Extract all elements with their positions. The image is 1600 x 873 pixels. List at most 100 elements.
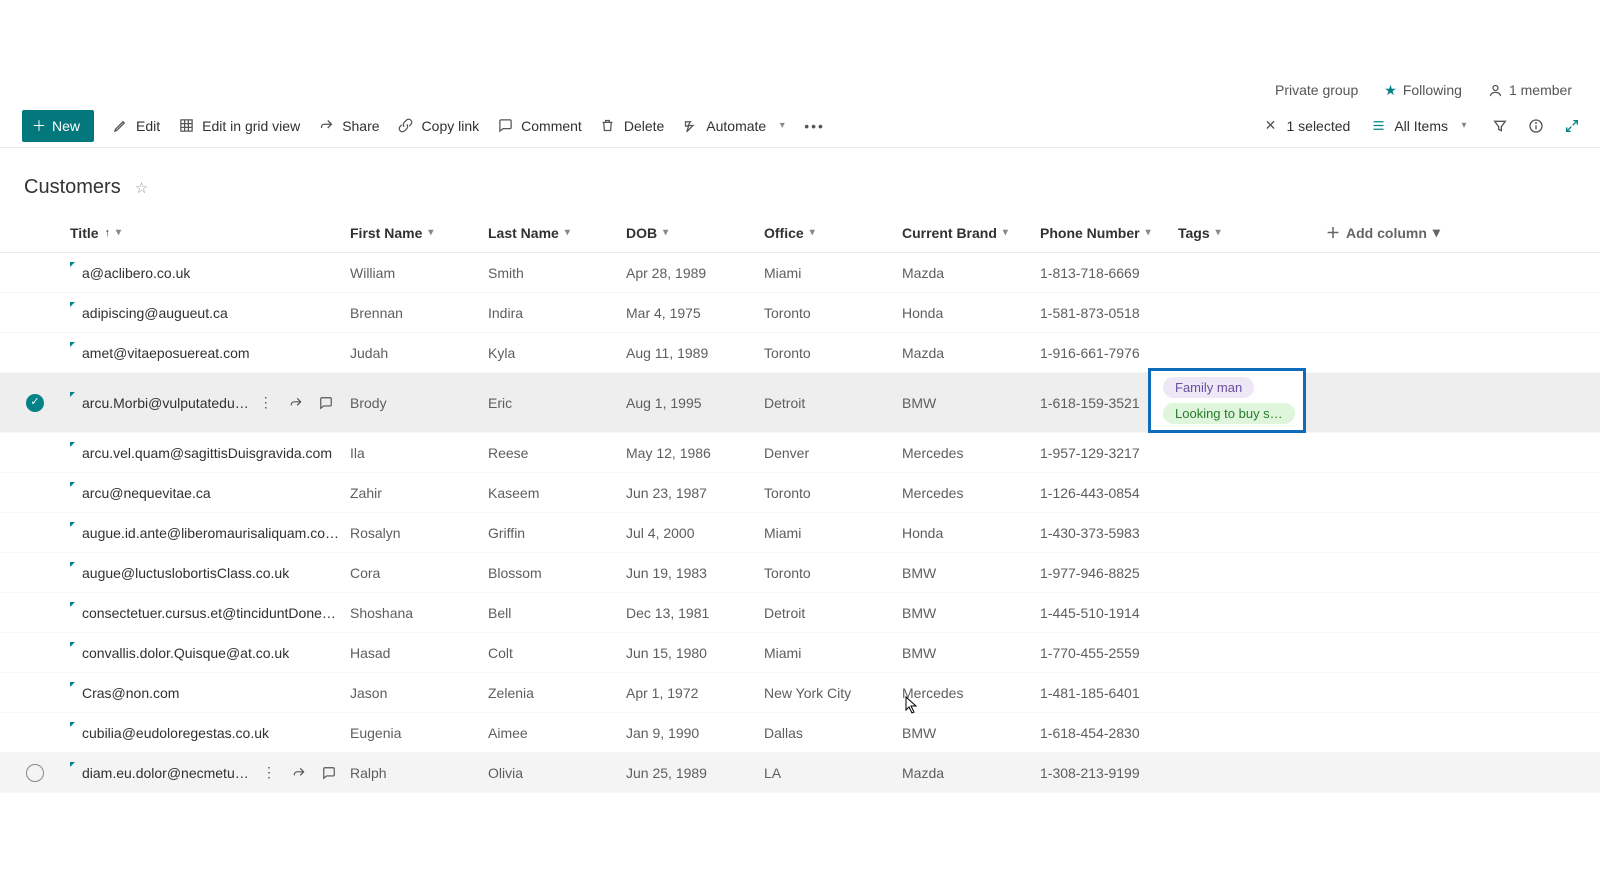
more-button[interactable]: •••	[804, 118, 825, 134]
filter-icon[interactable]	[1492, 118, 1508, 134]
table-row[interactable]: augue.id.ante@liberomaurisaliquam.co.ukR…	[0, 513, 1600, 553]
title-cell[interactable]: cubilia@eudoloregestas.co.uk	[70, 725, 350, 741]
item-marker-icon	[70, 726, 78, 740]
title-cell[interactable]: convallis.dolor.Quisque@at.co.uk	[70, 645, 350, 661]
cell-phone: 1-977-946-8825	[1040, 565, 1178, 581]
tag-looking-to-buy[interactable]: Looking to buy s…	[1163, 403, 1295, 424]
cell-first: William	[350, 265, 488, 281]
title-cell[interactable]: amet@vitaeposuereat.com	[70, 345, 350, 361]
row-selector[interactable]	[0, 764, 70, 782]
title-cell[interactable]: Cras@non.com	[70, 685, 350, 701]
table-row[interactable]: ✓arcu.Morbi@vulputatedu…⋮BrodyEricAug 1,…	[0, 373, 1600, 433]
comment-icon[interactable]	[319, 396, 333, 410]
column-phone[interactable]: Phone Number ▾	[1040, 225, 1178, 241]
table-row[interactable]: augue@luctuslobortisClass.co.ukCoraBloss…	[0, 553, 1600, 593]
share-label: Share	[342, 118, 379, 134]
copy-link-button[interactable]: Copy link	[398, 118, 480, 134]
cell-phone: 1-813-718-6669	[1040, 265, 1178, 281]
column-office-label: Office	[764, 225, 804, 241]
grid-icon	[178, 118, 194, 134]
column-office[interactable]: Office ▾	[764, 225, 902, 241]
table-row[interactable]: cubilia@eudoloregestas.co.ukEugeniaAimee…	[0, 713, 1600, 753]
expand-icon[interactable]	[1564, 118, 1580, 134]
delete-button[interactable]: Delete	[600, 118, 664, 134]
flow-icon	[682, 118, 698, 134]
cell-last: Kaseem	[488, 485, 626, 501]
pencil-icon	[112, 118, 128, 134]
title-cell[interactable]: a@aclibero.co.uk	[70, 265, 350, 281]
cell-last: Reese	[488, 445, 626, 461]
members-button[interactable]: 1 member	[1488, 82, 1572, 98]
item-marker-icon	[70, 646, 78, 660]
table-row[interactable]: arcu.vel.quam@sagittisDuisgravida.comIla…	[0, 433, 1600, 473]
comment-icon[interactable]	[322, 766, 336, 780]
privacy-label: Private group	[1275, 82, 1358, 98]
view-selector[interactable]: All Items ▾	[1370, 118, 1472, 134]
table-row[interactable]: convallis.dolor.Quisque@at.co.ukHasadCol…	[0, 633, 1600, 673]
table-row[interactable]: Cras@non.comJasonZeleniaApr 1, 1972New Y…	[0, 673, 1600, 713]
row-selector[interactable]: ✓	[0, 394, 70, 412]
column-first-name[interactable]: First Name ▾	[350, 225, 488, 241]
table-row[interactable]: diam.eu.dolor@necmetus.…⋮RalphOliviaJun …	[0, 753, 1600, 793]
cell-first: Hasad	[350, 645, 488, 661]
title-cell[interactable]: arcu.vel.quam@sagittisDuisgravida.com	[70, 445, 350, 461]
title-text: augue@luctuslobortisClass.co.uk	[82, 565, 289, 581]
more-icon[interactable]: ⋮	[259, 394, 273, 411]
share-button[interactable]: Share	[318, 118, 379, 134]
clear-selection-button[interactable]: ✕ 1 selected	[1262, 118, 1350, 134]
cell-office: Miami	[764, 525, 902, 541]
column-brand-label: Current Brand	[902, 225, 997, 241]
cell-dob: May 12, 1986	[626, 445, 764, 461]
automate-label: Automate	[706, 118, 766, 134]
cell-phone: 1-308-213-9199	[1040, 765, 1178, 781]
title-text: augue.id.ante@liberomaurisaliquam.co.uk	[82, 525, 342, 541]
column-tags-label: Tags	[1178, 225, 1210, 241]
cell-first: Cora	[350, 565, 488, 581]
table-row[interactable]: amet@vitaeposuereat.comJudahKylaAug 11, …	[0, 333, 1600, 373]
share-icon[interactable]	[292, 766, 306, 780]
title-cell[interactable]: augue@luctuslobortisClass.co.uk	[70, 565, 350, 581]
more-icon[interactable]: ⋮	[262, 764, 276, 781]
title-cell[interactable]: arcu.Morbi@vulputatedu…⋮	[70, 394, 350, 411]
column-last-name[interactable]: Last Name ▾	[488, 225, 626, 241]
title-text: adipiscing@augueut.ca	[82, 305, 228, 321]
title-cell[interactable]: arcu@nequevitae.ca	[70, 485, 350, 501]
favorite-star-icon[interactable]: ☆	[135, 179, 148, 197]
share-icon[interactable]	[289, 396, 303, 410]
sort-asc-icon: ↑	[105, 227, 111, 239]
cell-dob: Jun 23, 1987	[626, 485, 764, 501]
trash-icon	[600, 118, 616, 134]
table-row[interactable]: consectetuer.cursus.et@tinciduntDonec.co…	[0, 593, 1600, 633]
cell-last: Eric	[488, 395, 626, 411]
column-dob[interactable]: DOB ▾	[626, 225, 764, 241]
table-row[interactable]: adipiscing@augueut.caBrennanIndiraMar 4,…	[0, 293, 1600, 333]
chevron-down-icon: ▾	[663, 227, 668, 238]
info-icon[interactable]	[1528, 118, 1544, 134]
table-row[interactable]: a@aclibero.co.ukWilliamSmithApr 28, 1989…	[0, 253, 1600, 293]
cell-last: Zelenia	[488, 685, 626, 701]
automate-button[interactable]: Automate ▾	[682, 118, 790, 134]
item-marker-icon	[70, 566, 78, 580]
title-cell[interactable]: adipiscing@augueut.ca	[70, 305, 350, 321]
grid-header: Title ↑ ▾ First Name ▾ Last Name ▾ DOB ▾…	[0, 213, 1600, 253]
column-brand[interactable]: Current Brand ▾	[902, 225, 1040, 241]
cell-last: Smith	[488, 265, 626, 281]
add-column-button[interactable]: ＋ Add column ▾	[1326, 223, 1506, 243]
table-row[interactable]: arcu@nequevitae.caZahirKaseemJun 23, 198…	[0, 473, 1600, 513]
cell-phone: 1-481-185-6401	[1040, 685, 1178, 701]
title-cell[interactable]: diam.eu.dolor@necmetus.…⋮	[70, 764, 350, 781]
title-cell[interactable]: augue.id.ante@liberomaurisaliquam.co.uk	[70, 525, 350, 541]
column-tags[interactable]: Tags ▾	[1178, 225, 1326, 241]
column-title[interactable]: Title ↑ ▾	[70, 225, 350, 241]
cell-phone: 1-126-443-0854	[1040, 485, 1178, 501]
following-button[interactable]: ★ Following	[1384, 82, 1462, 99]
edit-button[interactable]: Edit	[112, 118, 160, 134]
comment-button[interactable]: Comment	[497, 118, 582, 134]
title-cell[interactable]: consectetuer.cursus.et@tinciduntDonec.co…	[70, 605, 350, 621]
cell-phone: 1-957-129-3217	[1040, 445, 1178, 461]
new-button[interactable]: ＋ New	[22, 110, 94, 142]
all-items-label: All Items	[1394, 118, 1448, 134]
tag-family-man[interactable]: Family man	[1163, 377, 1254, 398]
cell-first: Jason	[350, 685, 488, 701]
edit-grid-button[interactable]: Edit in grid view	[178, 118, 300, 134]
